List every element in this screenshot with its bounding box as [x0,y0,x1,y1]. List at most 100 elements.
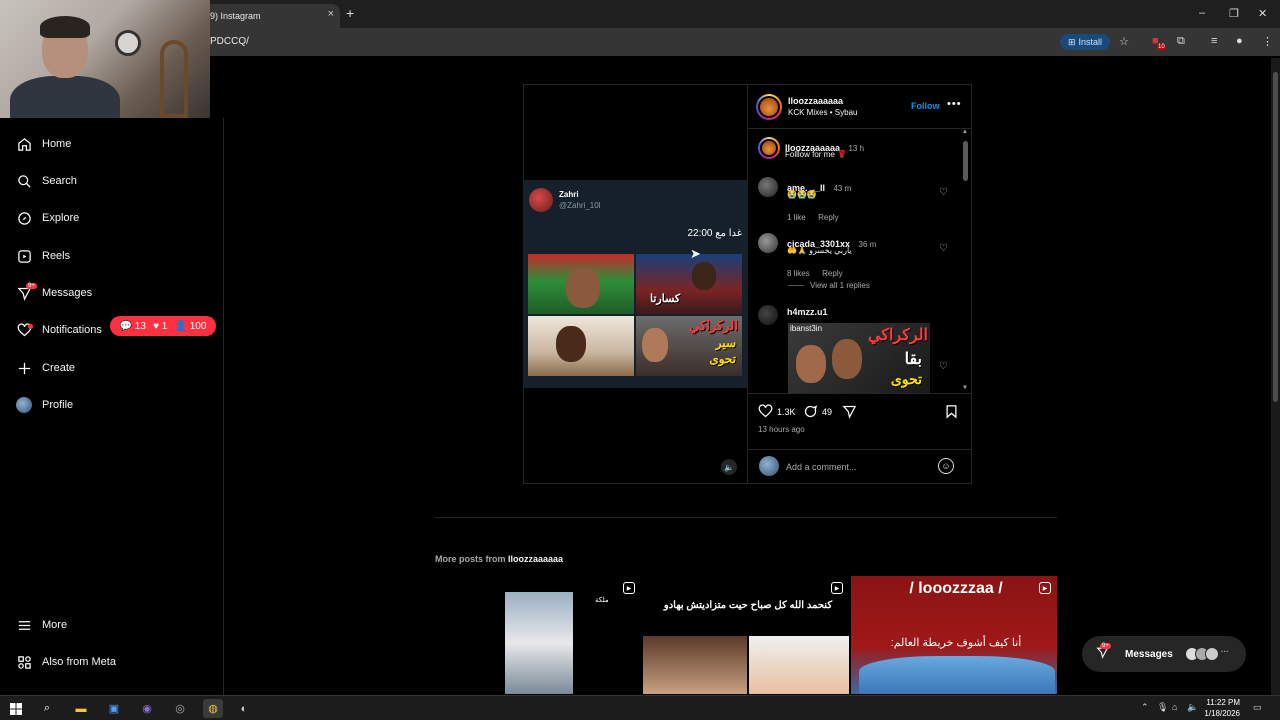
network-icon[interactable]: ⌂ [1172,702,1177,712]
install-button[interactable]: ⊞ Install [1060,34,1110,50]
browser-menu-icon[interactable]: ⋮ [1262,35,1273,48]
comment-like-heart-icon[interactable]: ♡ [939,187,948,198]
tweet-name: Zahri [559,190,579,199]
scroll-up-arrow[interactable]: ▲ [962,129,968,135]
restore-button[interactable]: ❐ [1229,7,1239,20]
comment-avatar[interactable] [758,305,778,325]
extensions-puzzle-icon[interactable]: ⧉ [1177,35,1185,48]
sidebar-item-also-from-meta[interactable]: Also from Meta [16,649,116,675]
audio-label[interactable]: KCK Mixes • Sybau [788,108,858,117]
comment-avatar[interactable] [758,233,778,253]
emoji-icon[interactable]: ☺ [938,458,954,474]
sidebar-item-notifications[interactable]: Notifications [16,317,102,343]
replies-line [788,285,804,286]
comment-icon[interactable] [803,404,818,422]
taskbar-search-icon[interactable]: ⌕ [37,699,57,718]
more-posts-username[interactable]: lloozzaaaaaa [508,554,563,564]
more-options-button[interactable]: ••• [947,98,962,110]
grid-post-image [749,636,849,694]
heart-icon [16,322,33,338]
reply-button[interactable]: Reply [818,213,838,222]
comment-like-heart-icon[interactable]: ♡ [939,243,948,254]
media-control-icon[interactable]: ≡ [1211,35,1217,47]
reply-button[interactable]: Reply [822,269,842,278]
thumb-text: الركراكي [868,327,928,344]
world-map-image [859,656,1055,694]
sidebar-item-search[interactable]: Search [16,168,77,194]
mouse-cursor: ➤ [690,246,701,261]
chrome-icon[interactable]: ◍ [203,699,223,718]
comment-meta: 8 likes Reply [787,263,843,281]
collage-image [528,316,634,376]
face [556,326,586,362]
sidebar-item-more[interactable]: More [16,612,67,638]
page-scrollbar[interactable] [1271,58,1280,695]
comments-scrollbar[interactable]: ▲ ▼ [961,129,969,393]
volume-icon[interactable]: 🔈 [721,459,737,475]
webcam-overlay [0,0,210,118]
share-icon[interactable] [842,404,857,422]
view-replies-link[interactable]: View all 1 replies [810,281,870,290]
grid-post[interactable]: / looozzzaa / أنا كيف أشوف خريطة العالم:… [851,576,1057,694]
comment-likes[interactable]: 1 like [787,213,806,222]
tweet-handle: @Zahri_10l [559,201,601,210]
plus-icon [16,360,32,376]
like-count[interactable]: 1.3K [777,407,796,417]
comment-avatar[interactable] [758,177,778,197]
author-username[interactable]: lloozzaaaaaa [788,96,843,106]
sidebar-item-profile[interactable]: Profile [16,392,73,418]
app-icon[interactable]: ◐ [234,699,254,718]
face [832,339,862,379]
taskbar-clock[interactable]: 11:22 PM 1/18/2026 [1200,697,1240,719]
reel-icon: ▶ [623,582,635,594]
scroll-thumb[interactable] [963,141,968,181]
messages-floating-button[interactable]: Messages ··· [1082,636,1246,672]
page-scroll-thumb[interactable] [1273,72,1278,402]
browser-tab[interactable]: 9) Instagram × [200,4,340,28]
more-dots-icon: ··· [1220,647,1229,656]
comment-time: 36 m [858,240,877,249]
sidebar-item-home[interactable]: Home [16,131,71,157]
bookmark-star-icon[interactable]: ☆ [1119,35,1129,48]
like-heart-icon[interactable] [758,404,773,422]
scroll-down-arrow[interactable]: ▼ [962,385,968,391]
sidebar-item-label: Reels [42,250,71,262]
caption-avatar[interactable] [758,137,780,159]
notifications-center-icon[interactable]: ▭ [1253,702,1262,713]
app-icon[interactable]: ◎ [170,699,190,718]
file-explorer-icon[interactable]: ▬ [71,699,91,718]
comment-count: 13 [134,320,146,332]
app-icon[interactable]: ◉ [137,699,157,718]
comment-like-heart-icon[interactable]: ♡ [939,361,948,372]
new-tab-button[interactable]: + [346,5,354,21]
store-icon[interactable]: ▣ [104,699,124,718]
tab-close-button[interactable]: × [328,8,334,20]
person-icon: 👤 [174,320,187,332]
comment-username[interactable]: h4mzz.u1 [787,307,828,317]
windows-start-icon[interactable] [6,699,26,718]
volume-tray-icon[interactable]: 🔈 [1187,702,1198,713]
minimize-button[interactable]: – [1199,7,1205,19]
profile-icon[interactable]: ● [1236,35,1243,47]
tweet-screenshot: Zahri @Zahri_10l غدا مع 22:00 كسارتا الر… [523,180,748,388]
tray-chevron-icon[interactable]: ⌃ [1141,702,1149,713]
comment-count[interactable]: 49 [822,407,832,417]
comment-likes[interactable]: 8 likes [787,269,810,278]
save-bookmark-icon[interactable] [944,404,959,422]
close-window-button[interactable]: ✕ [1258,7,1267,20]
sidebar-item-reels[interactable]: Reels [16,243,70,269]
sidebar-item-messages[interactable]: 9+ Messages [16,280,92,306]
grid-post[interactable]: ملكة ▶ [435,576,641,694]
follow-button[interactable]: Follow [911,101,940,111]
url-field[interactable]: PDCCQ/ [210,36,249,47]
microphone-icon[interactable]: 🎙 [1157,702,1168,713]
grid-post[interactable]: كنحمد الله كل صباح حيت متزاديتش بهادو ▶ [643,576,849,694]
notification-summary-pill[interactable]: 💬 13 ♥ 1 👤 100 [110,316,216,336]
sidebar: Home Search Explore Reels 9+ Messages No… [0,118,224,695]
author-avatar[interactable] [756,94,782,120]
clock-time: 11:22 PM [1206,698,1240,707]
comment-input[interactable] [786,460,936,474]
sidebar-item-create[interactable]: Create [16,355,75,381]
sidebar-item-explore[interactable]: Explore [16,205,79,231]
face [566,268,600,308]
